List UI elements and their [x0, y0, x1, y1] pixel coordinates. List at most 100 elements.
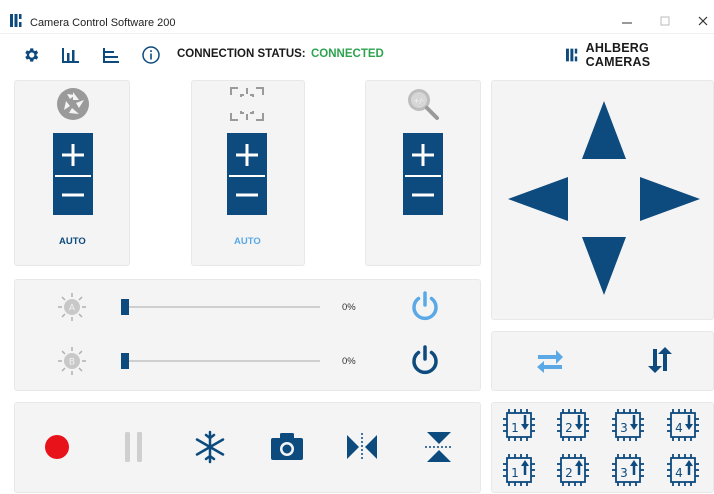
freeze-button[interactable]: [193, 430, 227, 469]
light-a-slider-track[interactable]: [125, 306, 320, 308]
pause-button[interactable]: [123, 431, 145, 468]
pause-icon: [125, 432, 142, 462]
snapshot-button[interactable]: [270, 431, 304, 466]
zoom-panel: +/-: [365, 80, 481, 266]
pan-right-button[interactable]: [640, 177, 700, 221]
swap-panel: [491, 331, 714, 391]
record-button[interactable]: [44, 434, 70, 465]
capture-controls-panel: [14, 402, 481, 493]
mirror-button[interactable]: [345, 431, 379, 468]
svg-text:+/-: +/-: [414, 97, 425, 105]
mirror-horizontal-icon: [347, 433, 377, 461]
window-title: Camera Control Software 200: [30, 17, 176, 29]
tilt-up-button[interactable]: [582, 101, 626, 159]
connection-status-value: CONNECTED: [311, 48, 384, 60]
light-a-letter: A: [69, 304, 76, 314]
minus-icon: [62, 193, 84, 197]
swap-horizontal-button[interactable]: [536, 346, 564, 379]
light-b-percent: 0%: [342, 356, 356, 367]
brand-name: AHLBERG CAMERAS: [585, 41, 651, 69]
svg-text:4: 4: [675, 421, 683, 435]
focus-stepper: [227, 133, 267, 215]
preset-chip-icon: 2: [557, 409, 589, 441]
title-bar: Camera Control Software 200: [0, 0, 714, 34]
pan-left-button[interactable]: [508, 177, 568, 221]
light-a-icon: A: [55, 292, 89, 327]
brand-logo-icon: [566, 48, 578, 62]
svg-text:1: 1: [511, 466, 519, 480]
settings-icon[interactable]: [20, 44, 42, 66]
swap-horizontal-icon: [537, 350, 563, 373]
svg-text:3: 3: [620, 466, 628, 480]
lights-panel: A 0% B 0%: [14, 279, 481, 391]
preset-chip-icon: 1: [503, 409, 535, 441]
swap-vertical-button[interactable]: [644, 346, 672, 379]
focus-auto-button[interactable]: AUTO: [234, 236, 261, 247]
preset-chip-icon: 4: [667, 454, 699, 486]
connection-status-label: CONNECTION STATUS:: [177, 48, 306, 60]
focus-decrease-button[interactable]: [229, 175, 265, 213]
light-b-letter: B: [69, 358, 75, 368]
light-a-slider-thumb[interactable]: [121, 299, 129, 315]
minus-icon: [412, 193, 434, 197]
record-icon: [45, 435, 69, 459]
flip-button[interactable]: [423, 430, 455, 469]
load-preset-3-button[interactable]: 3: [609, 451, 649, 494]
light-b-power-button[interactable]: [410, 344, 440, 381]
power-icon: [412, 291, 438, 321]
axes-icon[interactable]: [100, 44, 122, 66]
minimize-button[interactable]: [612, 10, 642, 32]
app-logo-icon: [10, 14, 24, 32]
flip-vertical-icon: [425, 432, 453, 462]
svg-text:4: 4: [675, 466, 683, 480]
tilt-down-button[interactable]: [582, 237, 626, 295]
aperture-decrease-button[interactable]: [55, 175, 91, 213]
save-preset-1-button[interactable]: 1: [500, 406, 540, 449]
maximize-button[interactable]: [650, 10, 680, 32]
light-b-slider-thumb[interactable]: [121, 353, 129, 369]
light-b-icon: B: [55, 346, 89, 381]
preset-chip-icon: 1: [503, 454, 535, 486]
load-preset-2-button[interactable]: 2: [554, 451, 594, 494]
aperture-stepper: [53, 133, 93, 215]
save-preset-2-button[interactable]: 2: [554, 406, 594, 449]
svg-text:2: 2: [565, 466, 573, 480]
power-icon: [412, 345, 438, 375]
focus-increase-button[interactable]: [229, 135, 265, 175]
aperture-icon: [55, 86, 91, 127]
load-preset-4-button[interactable]: 4: [664, 451, 704, 494]
load-preset-1-button[interactable]: 1: [500, 451, 540, 494]
presets-panel: 1 2 3 4 1 2 3 4: [491, 402, 714, 493]
zoom-icon: +/-: [404, 85, 442, 128]
zoom-increase-button[interactable]: [405, 135, 441, 175]
plus-icon: [236, 144, 258, 166]
minus-icon: [236, 193, 258, 197]
svg-text:3: 3: [620, 421, 628, 435]
light-a-power-button[interactable]: [410, 290, 440, 327]
light-b-slider-track[interactable]: [125, 360, 320, 362]
app-window: Camera Control Software 200 CONNECTION S…: [0, 0, 714, 493]
preset-chip-icon: 3: [612, 454, 644, 486]
camera-icon: [271, 433, 303, 460]
svg-text:1: 1: [511, 421, 519, 435]
plus-icon: [62, 144, 84, 166]
info-icon[interactable]: [140, 44, 162, 66]
save-preset-4-button[interactable]: 4: [664, 406, 704, 449]
chart-icon[interactable]: [60, 44, 82, 66]
aperture-auto-button[interactable]: AUTO: [59, 236, 86, 247]
light-a-percent: 0%: [342, 302, 356, 313]
focus-panel: AUTO: [191, 80, 305, 266]
preset-chip-icon: 3: [612, 409, 644, 441]
aperture-increase-button[interactable]: [55, 135, 91, 175]
close-button[interactable]: [688, 10, 714, 32]
snowflake-icon: [195, 430, 225, 464]
zoom-decrease-button[interactable]: [405, 175, 441, 213]
brand: AHLBERG CAMERAS: [566, 41, 714, 69]
plus-icon: [412, 144, 434, 166]
save-preset-3-button[interactable]: 3: [609, 406, 649, 449]
preset-chip-icon: 2: [557, 454, 589, 486]
focus-icon: [228, 85, 266, 128]
svg-text:2: 2: [565, 421, 573, 435]
pan-tilt-panel: [491, 80, 714, 320]
zoom-stepper: [403, 133, 443, 215]
